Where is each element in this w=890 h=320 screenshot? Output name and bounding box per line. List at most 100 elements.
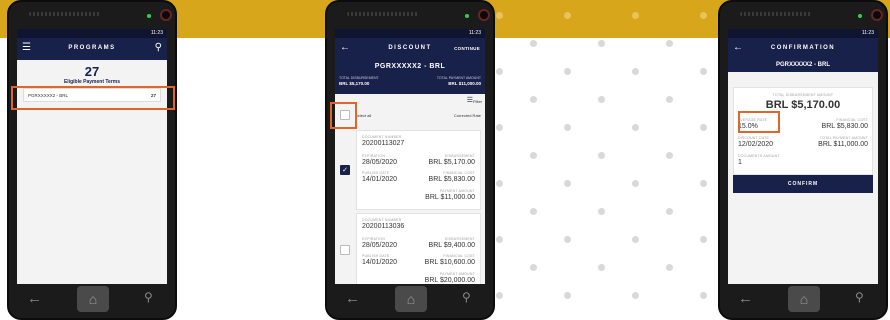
confirm-button[interactable]: CONFIRM — [733, 175, 873, 193]
search-key-icon[interactable]: ⚲ — [144, 290, 153, 304]
camera-icon — [478, 9, 490, 21]
home-icon[interactable]: ⌂ — [77, 286, 109, 312]
decorative-dot — [700, 68, 707, 75]
phone-top — [9, 2, 175, 30]
filter-icon[interactable]: ☰ — [467, 96, 473, 104]
filter-bar: ☰ Filter — [335, 94, 485, 108]
documents-amount-value: 1 — [738, 159, 742, 166]
screen-programs: 11:23 ☰ PROGRAMS ⚲ 27 Eligible Payment T… — [17, 29, 167, 284]
phone-top — [327, 2, 493, 30]
decorative-dot — [598, 152, 605, 159]
payment-amount-value: BRL $11,000.00 — [425, 194, 475, 201]
program-count-label: Eligible Payment Terms — [63, 79, 121, 85]
decorative-dot — [496, 68, 503, 75]
discount-date-label: DISCOUNT DATE — [738, 136, 769, 140]
decorative-dot — [496, 12, 503, 19]
documents-amount-label: DOCUMENTS AMOUNT — [738, 154, 780, 158]
app-bar: ← DISCOUNT CONTINUE — [335, 38, 485, 60]
financial-cost-value: BRL $5,830.00 — [428, 176, 475, 183]
back-arrow-icon[interactable]: ← — [738, 290, 753, 307]
decorative-dot — [564, 124, 571, 131]
search-icon[interactable]: ⚲ — [155, 42, 162, 53]
financial-cost-label: FINANCIAL COST — [836, 118, 868, 122]
decorative-dot — [564, 236, 571, 243]
expiration-label: EXPIRATION — [362, 237, 385, 241]
status-bar: 11:23 — [17, 29, 167, 38]
discount-date-value: 12/02/2020 — [738, 141, 774, 148]
disbursement-value: BRL $9,400.00 — [428, 242, 475, 249]
financial-cost-label: FINANCIAL COST — [443, 254, 475, 258]
filter-button[interactable]: Filter — [473, 99, 482, 104]
decorative-dot — [632, 68, 639, 75]
decorative-dot — [666, 40, 673, 47]
continue-button[interactable]: CONTINUE — [454, 46, 480, 51]
search-key-icon[interactable]: ⚲ — [855, 290, 864, 304]
document-checkbox[interactable]: ✓ — [340, 165, 350, 175]
publish-date-label: PUBLISH DATE — [362, 171, 390, 175]
back-arrow-icon[interactable]: ← — [345, 290, 360, 307]
total-payment-value: BRL $11,000.00 — [818, 141, 868, 148]
expiration-date: 28/05/2020 — [362, 242, 398, 249]
status-led — [147, 14, 151, 18]
decorative-dot — [666, 96, 673, 103]
camera-icon — [160, 9, 172, 21]
payment-amount-label: PAYMENT AMOUNT — [439, 272, 475, 276]
financial-cost-value: BRL $5,830.00 — [821, 123, 868, 130]
disbursement-label: DISBURSEMENT — [444, 154, 475, 158]
disbursement-value: BRL $5,170.00 — [428, 159, 475, 166]
status-bar: 11:23 — [728, 29, 878, 38]
page-title: CONFIRMATION — [770, 45, 836, 51]
document-number-label: DOCUMENT NUMBER — [362, 218, 402, 222]
publish-date-label: PUBLISH DATE — [362, 254, 390, 258]
screen-confirmation: 11:23 ← CONFIRMATION PGRXXXXX2 - BRL TOT… — [728, 29, 878, 284]
document-card[interactable]: DOCUMENT NUMBER 20200113036 EXPIRATION 2… — [356, 213, 481, 284]
home-icon[interactable]: ⌂ — [395, 286, 427, 312]
total-payment-label: TOTAL PAYMENT AMOUNT — [436, 76, 481, 80]
status-led — [858, 14, 862, 18]
financial-cost-label: FINANCIAL COST — [443, 171, 475, 175]
status-bar: 11:23 — [335, 29, 485, 38]
total-disbursement-label: TOTAL DISBURSEMENT — [339, 76, 379, 80]
phone-top — [720, 2, 886, 30]
back-arrow-icon[interactable]: ← — [27, 290, 42, 307]
decorative-dot — [700, 12, 707, 19]
decorative-dot — [564, 180, 571, 187]
disbursement-label: DISBURSEMENT — [444, 237, 475, 241]
decorative-dot — [530, 40, 537, 47]
phone-discount: 11:23 ← DISCOUNT CONTINUE PGRXXXXX2 - BR… — [325, 0, 495, 320]
decorative-dot — [598, 40, 605, 47]
hardware-nav: ← ⌂ ⚲ — [9, 280, 175, 318]
decorative-dot — [598, 96, 605, 103]
search-key-icon[interactable]: ⚲ — [462, 290, 471, 304]
financial-cost-value: BRL $10,600.00 — [424, 259, 475, 266]
expiration-date: 28/05/2020 — [362, 159, 398, 166]
camera-icon — [871, 9, 883, 21]
expiration-label: EXPIRATION — [362, 154, 385, 158]
decorative-dot — [564, 12, 571, 19]
decorative-dot — [632, 12, 639, 19]
speaker-grille — [29, 12, 101, 16]
document-number-label: DOCUMENT NUMBER — [362, 135, 402, 139]
highlight-select-all — [330, 102, 357, 129]
decorative-dot — [632, 124, 639, 131]
decorative-dot — [496, 180, 503, 187]
decorative-dot — [700, 236, 707, 243]
decorative-dot — [496, 124, 503, 131]
decorative-dot — [598, 264, 605, 271]
publish-date: 14/01/2020 — [362, 176, 398, 183]
decorative-dot — [530, 152, 537, 159]
document-checkbox[interactable] — [340, 245, 350, 255]
home-icon[interactable]: ⌂ — [788, 286, 820, 312]
highlight-average-rate — [738, 111, 780, 133]
select-all-row: Select all Corrected Rate — [335, 108, 485, 122]
program-code: PGRXXXXX2 - BRL — [374, 63, 446, 70]
highlight-program-row — [11, 86, 175, 110]
totals-header: PGRXXXXX2 - BRL TOTAL DISBURSEMENT BRL $… — [335, 60, 485, 94]
hardware-nav: ← ⌂ ⚲ — [720, 280, 886, 318]
document-card[interactable]: DOCUMENT NUMBER 20200113027 EXPIRATION 2… — [356, 130, 481, 210]
page-title: PROGRAMS — [68, 45, 116, 51]
payment-amount-label: PAYMENT AMOUNT — [439, 189, 475, 193]
total-disbursement-label: TOTAL DISBURSEMENT AMOUNT — [772, 93, 834, 97]
decorative-dot — [530, 264, 537, 271]
dot-pattern — [490, 0, 740, 320]
